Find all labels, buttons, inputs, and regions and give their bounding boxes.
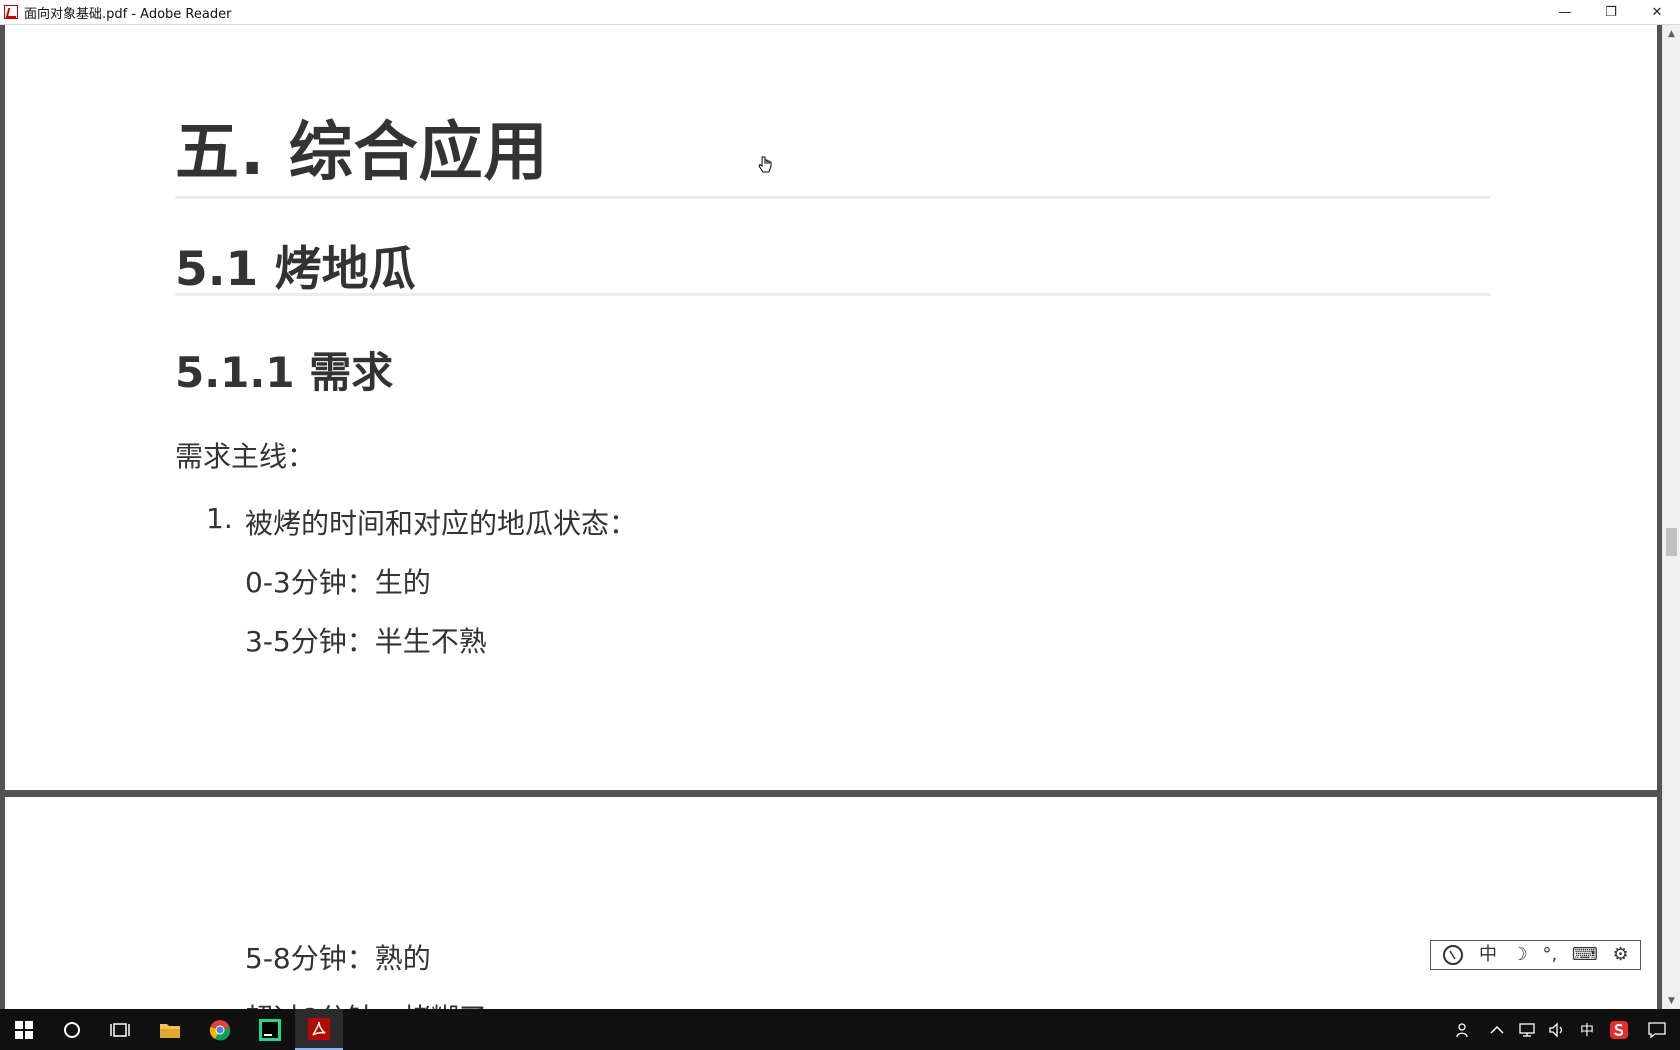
heading-divider xyxy=(175,196,1490,199)
heading-divider xyxy=(175,293,1490,296)
system-tray: 中 xyxy=(1446,1009,1680,1050)
chinese-mode-icon[interactable]: 中 xyxy=(1479,946,1497,964)
scrollbar-thumb[interactable] xyxy=(1666,528,1677,556)
close-button[interactable]: ✕ xyxy=(1634,0,1680,24)
hand-cursor-icon xyxy=(758,156,772,173)
pdf-page: 五. 综合应用 5.1 烤地瓜 5.1.1 需求 需求主线： 1. 被烤的时间和… xyxy=(5,25,1657,790)
windows-start-icon[interactable] xyxy=(0,1009,48,1050)
pycharm-icon[interactable] xyxy=(246,1009,294,1050)
chevron-up-icon[interactable] xyxy=(1490,1025,1504,1035)
state-line: 0-3分钟：生的 xyxy=(245,566,431,599)
restore-button[interactable]: ❐ xyxy=(1588,0,1634,24)
adobe-reader-taskbar-icon[interactable] xyxy=(295,1009,343,1050)
keyboard-icon[interactable]: ⌨ xyxy=(1572,946,1598,964)
file-explorer-icon[interactable] xyxy=(146,1009,194,1050)
heading-3: 5.1.1 需求 xyxy=(175,348,394,397)
notification-icon[interactable] xyxy=(1648,1021,1666,1038)
ime-toolbar[interactable]: 中 ☽ °, ⌨ ⚙ xyxy=(1430,940,1641,970)
list-item-text: 被烤的时间和对应的地瓜状态： xyxy=(245,507,638,540)
state-line: 超过8分钟：烤糊了 xyxy=(245,997,487,1009)
punctuation-icon[interactable]: °, xyxy=(1542,946,1557,964)
chrome-icon[interactable] xyxy=(196,1009,244,1050)
gear-icon[interactable]: ⚙ xyxy=(1612,946,1628,964)
people-icon[interactable] xyxy=(1456,1022,1472,1038)
moon-icon[interactable]: ☽ xyxy=(1512,946,1528,964)
task-view-icon[interactable] xyxy=(96,1009,144,1050)
pdf-page: 5-8分钟：熟的 超过8分钟：烤糊了 xyxy=(5,797,1657,1009)
document-viewport[interactable]: 五. 综合应用 5.1 烤地瓜 5.1.1 需求 需求主线： 1. 被烤的时间和… xyxy=(0,25,1662,1009)
volume-icon[interactable] xyxy=(1548,1021,1566,1038)
scroll-up-icon[interactable]: ▲ xyxy=(1663,25,1680,42)
window-controls: — ❐ ✕ xyxy=(1542,0,1680,24)
sogou-icon[interactable] xyxy=(1610,1020,1628,1039)
adobe-reader-icon xyxy=(4,5,18,19)
state-line: 5-8分钟：熟的 xyxy=(245,942,431,975)
network-icon[interactable] xyxy=(1518,1022,1536,1038)
vertical-scrollbar[interactable]: ▲ ▼ xyxy=(1662,25,1680,1009)
ime-logo-icon[interactable] xyxy=(1442,944,1464,966)
window-title: 面向对象基础.pdf - Adobe Reader xyxy=(24,6,232,22)
title-bar: 面向对象基础.pdf - Adobe Reader — ❐ ✕ xyxy=(0,0,1680,25)
list-item-number: 1. xyxy=(206,502,233,535)
scroll-down-icon[interactable]: ▼ xyxy=(1663,992,1680,1009)
heading-2: 5.1 烤地瓜 xyxy=(175,242,416,297)
heading-1: 五. 综合应用 xyxy=(175,116,549,190)
ime-indicator[interactable]: 中 xyxy=(1580,1020,1594,1040)
state-line: 3-5分钟：半生不熟 xyxy=(245,625,487,658)
search-icon[interactable] xyxy=(48,1009,96,1050)
taskbar: 中 xyxy=(0,1009,1680,1050)
minimize-button[interactable]: — xyxy=(1542,0,1588,24)
intro-paragraph: 需求主线： xyxy=(175,440,316,473)
